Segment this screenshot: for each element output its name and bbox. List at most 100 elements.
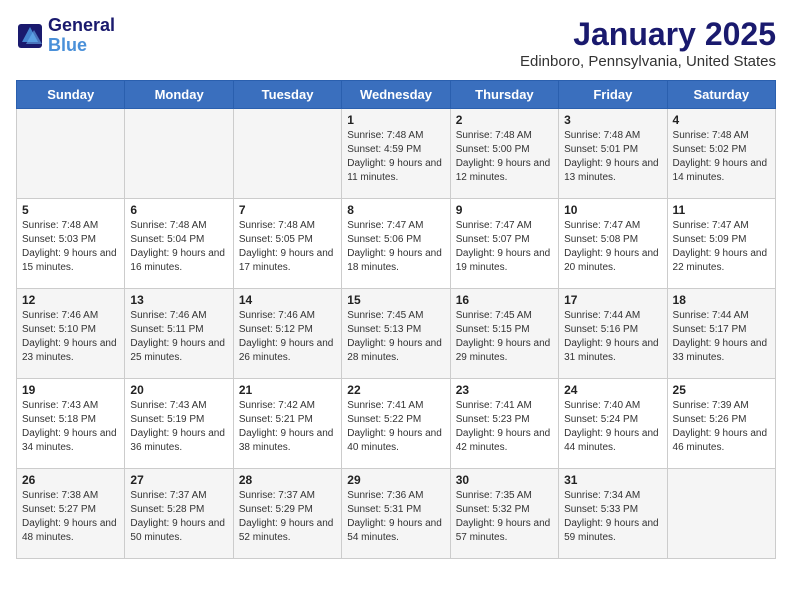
day-number: 19 xyxy=(22,383,119,397)
day-number: 13 xyxy=(130,293,227,307)
day-number: 11 xyxy=(673,203,770,217)
calendar-cell: 11 Sunrise: 7:47 AM Sunset: 5:09 PM Dayli… xyxy=(667,199,775,289)
calendar-cell xyxy=(233,109,341,199)
day-content: Sunrise: 7:48 AM Sunset: 5:04 PM Dayligh… xyxy=(130,219,227,275)
calendar-cell: 19 Sunrise: 7:43 AM Sunset: 5:18 PM Dayli… xyxy=(17,379,125,469)
logo-icon xyxy=(16,22,44,50)
day-content: Sunrise: 7:48 AM Sunset: 4:59 PM Dayligh… xyxy=(347,129,444,185)
calendar-cell: 6Sunrise: 7:48 AM Sunset: 5:04 PM Daylig… xyxy=(125,199,233,289)
day-content: Sunrise: 7:43 AM Sunset: 5:18 PM Dayligh… xyxy=(22,399,119,455)
day-number: 21 xyxy=(239,383,336,397)
day-number: 12 xyxy=(22,293,119,307)
calendar-cell xyxy=(125,109,233,199)
weekday-header-monday: Monday xyxy=(125,81,233,109)
weekday-header-friday: Friday xyxy=(559,81,667,109)
day-number: 24 xyxy=(564,383,661,397)
header: General Blue January 2025 Edinboro, Penn… xyxy=(16,16,776,70)
calendar-subtitle: Edinboro, Pennsylvania, United States xyxy=(520,53,776,70)
day-content: Sunrise: 7:48 AM Sunset: 5:00 PM Dayligh… xyxy=(456,129,553,185)
day-content: Sunrise: 7:40 AM Sunset: 5:24 PM Dayligh… xyxy=(564,399,661,455)
day-number: 28 xyxy=(239,473,336,487)
calendar-cell: 29 Sunrise: 7:36 AM Sunset: 5:31 PM Dayli… xyxy=(342,469,450,559)
day-content: Sunrise: 7:43 AM Sunset: 5:19 PM Dayligh… xyxy=(130,399,227,455)
calendar-cell: 30 Sunrise: 7:35 AM Sunset: 5:32 PM Dayli… xyxy=(450,469,558,559)
day-content: Sunrise: 7:47 AM Sunset: 5:07 PM Dayligh… xyxy=(456,219,553,275)
calendar-cell: 27 Sunrise: 7:37 AM Sunset: 5:28 PM Dayli… xyxy=(125,469,233,559)
day-content: Sunrise: 7:37 AM Sunset: 5:29 PM Dayligh… xyxy=(239,489,336,545)
day-number: 14 xyxy=(239,293,336,307)
day-number: 4 xyxy=(673,113,770,127)
calendar-table: SundayMondayTuesdayWednesdayThursdayFrid… xyxy=(16,80,776,559)
calendar-cell: 31 Sunrise: 7:34 AM Sunset: 5:33 PM Dayli… xyxy=(559,469,667,559)
day-number: 8 xyxy=(347,203,444,217)
day-number: 5 xyxy=(22,203,119,217)
calendar-cell: 9 Sunrise: 7:47 AM Sunset: 5:07 PM Daylig… xyxy=(450,199,558,289)
day-number: 16 xyxy=(456,293,553,307)
day-content: Sunrise: 7:46 AM Sunset: 5:10 PM Dayligh… xyxy=(22,309,119,365)
day-number: 3 xyxy=(564,113,661,127)
day-content: Sunrise: 7:42 AM Sunset: 5:21 PM Dayligh… xyxy=(239,399,336,455)
calendar-cell: 14 Sunrise: 7:46 AM Sunset: 5:12 PM Dayli… xyxy=(233,289,341,379)
calendar-cell: 18Sunrise: 7:44 AM Sunset: 5:17 PM Dayli… xyxy=(667,289,775,379)
calendar-cell: 10 Sunrise: 7:47 AM Sunset: 5:08 PM Dayli… xyxy=(559,199,667,289)
day-content: Sunrise: 7:47 AM Sunset: 5:06 PM Dayligh… xyxy=(347,219,444,275)
calendar-cell: 13 Sunrise: 7:46 AM Sunset: 5:11 PM Dayli… xyxy=(125,289,233,379)
calendar-cell: 5 Sunrise: 7:48 AM Sunset: 5:03 PM Daylig… xyxy=(17,199,125,289)
day-content: Sunrise: 7:48 AM Sunset: 5:01 PM Dayligh… xyxy=(564,129,661,185)
calendar-cell: 21 Sunrise: 7:42 AM Sunset: 5:21 PM Dayli… xyxy=(233,379,341,469)
title-area: January 2025 Edinboro, Pennsylvania, Uni… xyxy=(520,16,776,70)
day-number: 2 xyxy=(456,113,553,127)
day-content: Sunrise: 7:46 AM Sunset: 5:12 PM Dayligh… xyxy=(239,309,336,365)
day-content: Sunrise: 7:47 AM Sunset: 5:09 PM Dayligh… xyxy=(673,219,770,275)
calendar-body: 1 Sunrise: 7:48 AM Sunset: 4:59 PM Daylig… xyxy=(17,109,776,559)
calendar-cell: 7 Sunrise: 7:48 AM Sunset: 5:05 PM Daylig… xyxy=(233,199,341,289)
day-content: Sunrise: 7:36 AM Sunset: 5:31 PM Dayligh… xyxy=(347,489,444,545)
day-content: Sunrise: 7:45 AM Sunset: 5:13 PM Dayligh… xyxy=(347,309,444,365)
day-content: Sunrise: 7:38 AM Sunset: 5:27 PM Dayligh… xyxy=(22,489,119,545)
day-number: 25 xyxy=(673,383,770,397)
calendar-cell: 4 Sunrise: 7:48 AM Sunset: 5:02 PM Daylig… xyxy=(667,109,775,199)
calendar-cell: 22 Sunrise: 7:41 AM Sunset: 5:22 PM Dayli… xyxy=(342,379,450,469)
calendar-week-1: 1 Sunrise: 7:48 AM Sunset: 4:59 PM Daylig… xyxy=(17,109,776,199)
calendar-cell: 24 Sunrise: 7:40 AM Sunset: 5:24 PM Dayli… xyxy=(559,379,667,469)
day-content: Sunrise: 7:48 AM Sunset: 5:03 PM Dayligh… xyxy=(22,219,119,275)
calendar-cell: 25Sunrise: 7:39 AM Sunset: 5:26 PM Dayli… xyxy=(667,379,775,469)
day-content: Sunrise: 7:41 AM Sunset: 5:22 PM Dayligh… xyxy=(347,399,444,455)
weekday-header-thursday: Thursday xyxy=(450,81,558,109)
day-number: 26 xyxy=(22,473,119,487)
calendar-cell: 15Sunrise: 7:45 AM Sunset: 5:13 PM Dayli… xyxy=(342,289,450,379)
calendar-cell: 23Sunrise: 7:41 AM Sunset: 5:23 PM Dayli… xyxy=(450,379,558,469)
weekday-header-wednesday: Wednesday xyxy=(342,81,450,109)
calendar-cell: 28 Sunrise: 7:37 AM Sunset: 5:29 PM Dayli… xyxy=(233,469,341,559)
day-number: 10 xyxy=(564,203,661,217)
day-number: 1 xyxy=(347,113,444,127)
day-content: Sunrise: 7:35 AM Sunset: 5:32 PM Dayligh… xyxy=(456,489,553,545)
weekday-header-saturday: Saturday xyxy=(667,81,775,109)
day-number: 31 xyxy=(564,473,661,487)
day-number: 17 xyxy=(564,293,661,307)
day-content: Sunrise: 7:48 AM Sunset: 5:02 PM Dayligh… xyxy=(673,129,770,185)
day-number: 30 xyxy=(456,473,553,487)
calendar-cell: 12 Sunrise: 7:46 AM Sunset: 5:10 PM Dayli… xyxy=(17,289,125,379)
day-content: Sunrise: 7:34 AM Sunset: 5:33 PM Dayligh… xyxy=(564,489,661,545)
day-content: Sunrise: 7:47 AM Sunset: 5:08 PM Dayligh… xyxy=(564,219,661,275)
day-number: 29 xyxy=(347,473,444,487)
day-content: Sunrise: 7:46 AM Sunset: 5:11 PM Dayligh… xyxy=(130,309,227,365)
day-content: Sunrise: 7:45 AM Sunset: 5:15 PM Dayligh… xyxy=(456,309,553,365)
calendar-cell: 26 Sunrise: 7:38 AM Sunset: 5:27 PM Dayli… xyxy=(17,469,125,559)
day-number: 9 xyxy=(456,203,553,217)
calendar-cell: 17 Sunrise: 7:44 AM Sunset: 5:16 PM Dayli… xyxy=(559,289,667,379)
calendar-cell: 3 Sunrise: 7:48 AM Sunset: 5:01 PM Daylig… xyxy=(559,109,667,199)
day-content: Sunrise: 7:48 AM Sunset: 5:05 PM Dayligh… xyxy=(239,219,336,275)
calendar-week-5: 26 Sunrise: 7:38 AM Sunset: 5:27 PM Dayli… xyxy=(17,469,776,559)
calendar-title: January 2025 xyxy=(520,16,776,53)
day-content: Sunrise: 7:37 AM Sunset: 5:28 PM Dayligh… xyxy=(130,489,227,545)
calendar-cell: 2 Sunrise: 7:48 AM Sunset: 5:00 PM Daylig… xyxy=(450,109,558,199)
day-number: 27 xyxy=(130,473,227,487)
day-number: 7 xyxy=(239,203,336,217)
day-number: 18 xyxy=(673,293,770,307)
day-number: 22 xyxy=(347,383,444,397)
day-number: 23 xyxy=(456,383,553,397)
day-content: Sunrise: 7:44 AM Sunset: 5:16 PM Dayligh… xyxy=(564,309,661,365)
calendar-cell: 16 Sunrise: 7:45 AM Sunset: 5:15 PM Dayli… xyxy=(450,289,558,379)
